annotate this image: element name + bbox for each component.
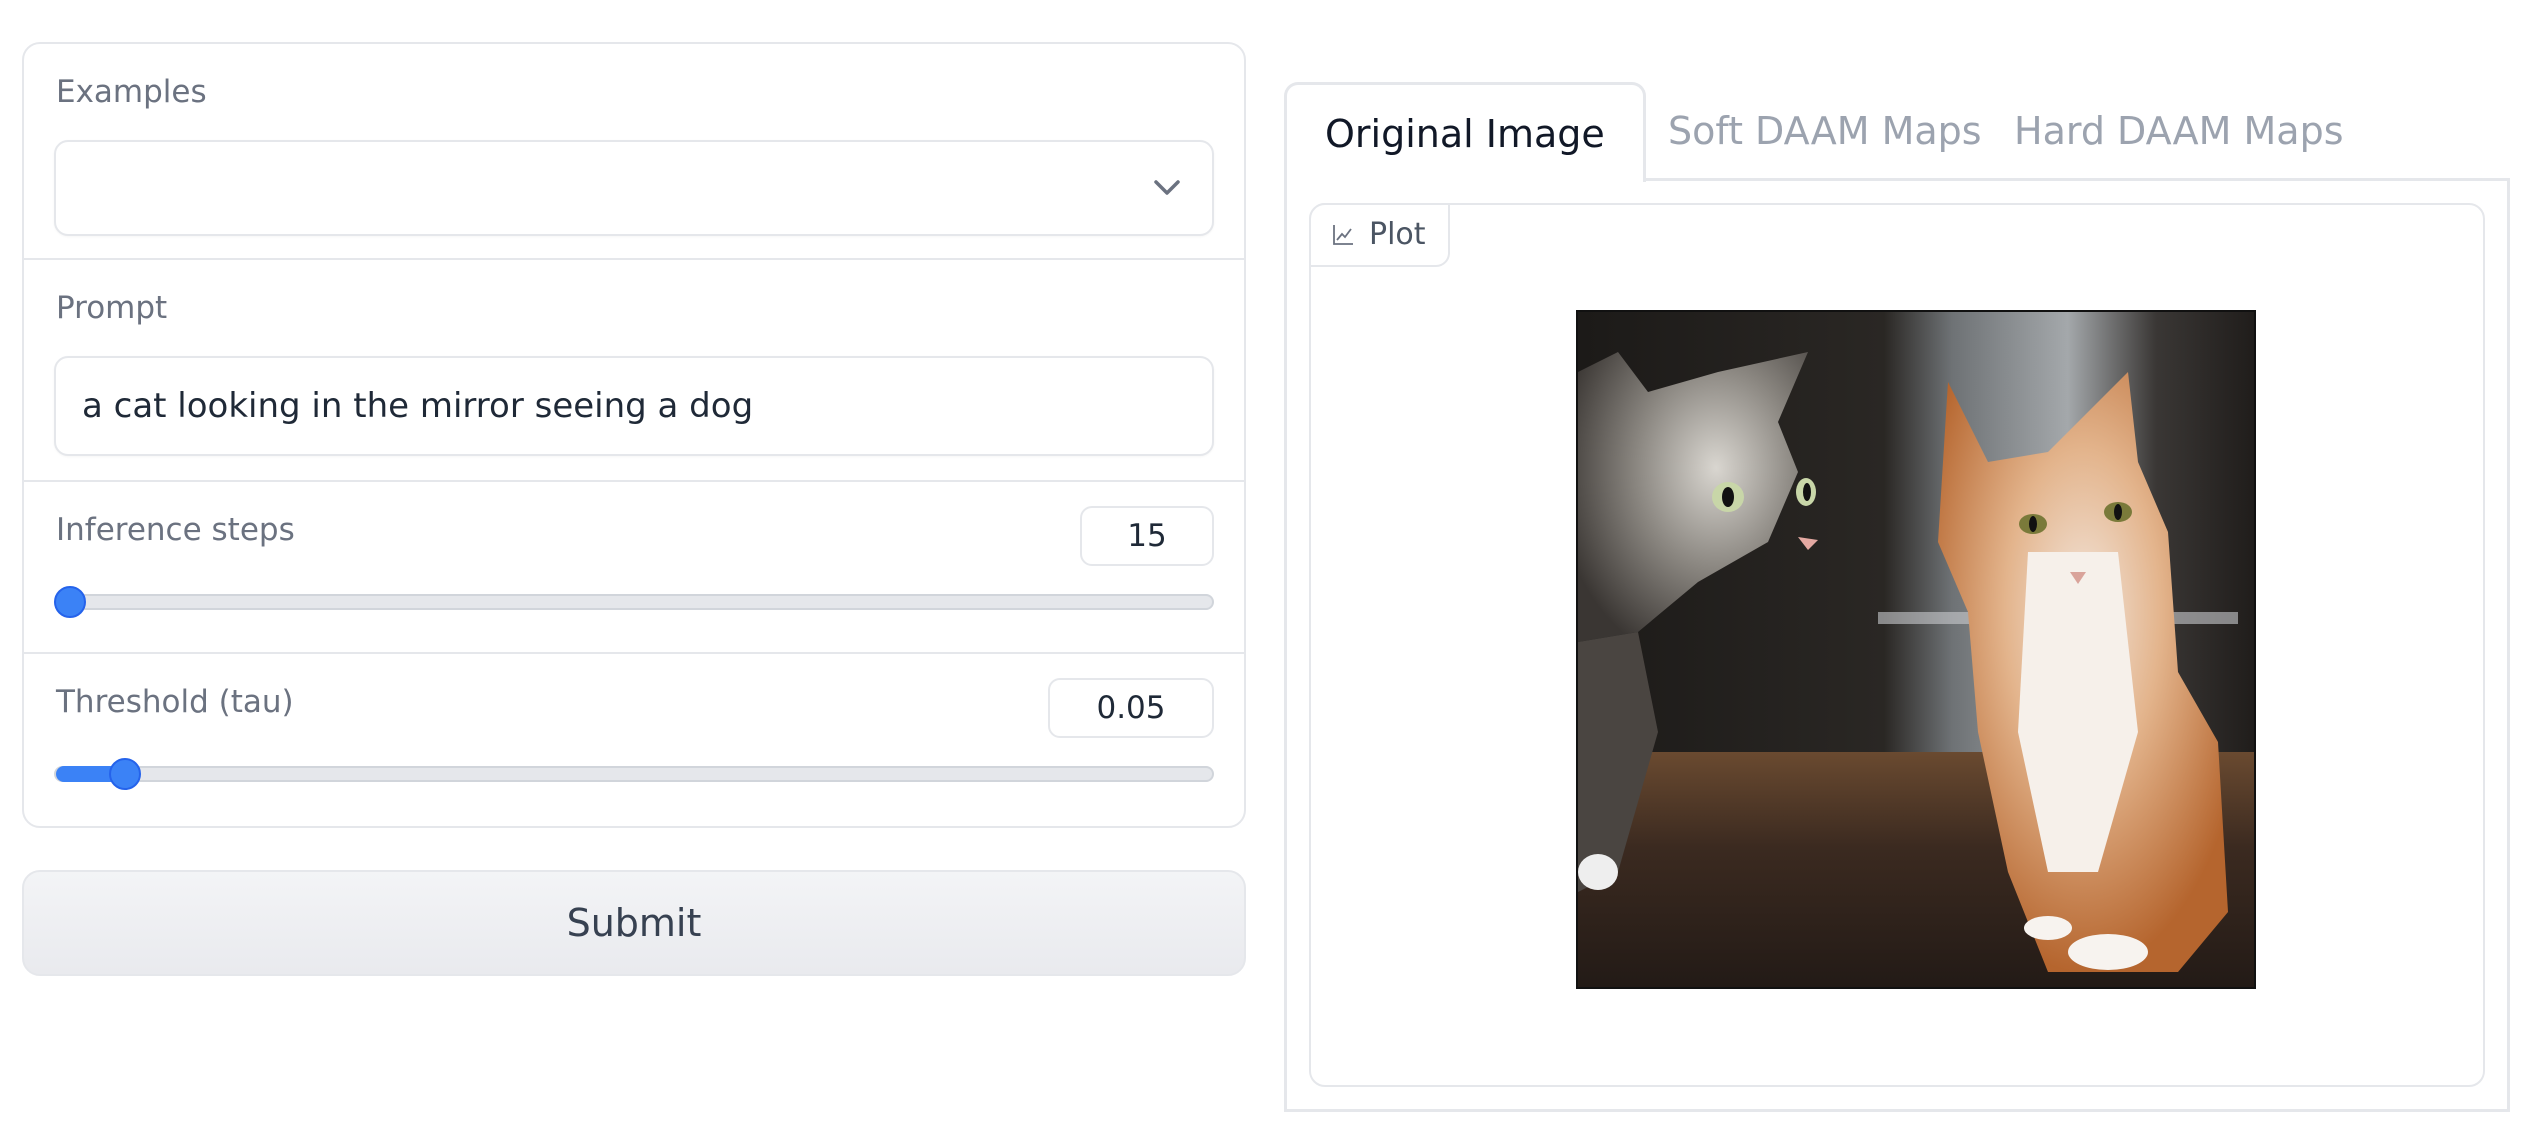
prompt-label: Prompt [56,290,168,326]
plot-block: Plot [1309,203,2485,1087]
tab-panel-original-image: Plot [1284,178,2510,1112]
inference-steps-slider[interactable] [54,586,1214,618]
prompt-input[interactable]: a cat looking in the mirror seeing a dog [54,356,1214,456]
inference-steps-number-input[interactable]: 15 [1080,506,1214,566]
cat-image-illustration [1578,312,2254,987]
generated-image [1576,310,2256,989]
tab-original-image[interactable]: Original Image [1284,82,1646,182]
output-tabs: Original Image Soft DAAM Maps Hard DAAM … [1284,82,2510,182]
examples-dropdown[interactable] [54,140,1214,236]
output-column: Original Image Soft DAAM Maps Hard DAAM … [1284,82,2510,1112]
inference-steps-block: Inference steps 15 [24,482,1244,654]
plot-label: Plot [1309,203,1450,267]
tab-soft-daam-maps[interactable]: Soft DAAM Maps [1630,82,2020,180]
threshold-block: Threshold (tau) 0.05 [24,654,1244,826]
slider-thumb[interactable] [109,758,142,790]
chevron-down-icon [1154,180,1180,195]
examples-block: Examples [24,44,1244,260]
threshold-label: Threshold (tau) [56,684,294,720]
examples-label: Examples [56,74,207,110]
tab-hard-daam-maps[interactable]: Hard DAAM Maps [1976,82,2382,180]
chart-icon [1333,225,1353,245]
submit-button[interactable]: Submit [22,870,1246,976]
threshold-slider[interactable] [54,758,1214,790]
input-column: Examples Prompt a cat looking in the mir… [22,42,1246,976]
threshold-number-input[interactable]: 0.05 [1048,678,1214,738]
inference-steps-label: Inference steps [56,512,295,548]
prompt-block: Prompt a cat looking in the mirror seein… [24,260,1244,482]
slider-thumb[interactable] [54,586,87,618]
form-panel: Examples Prompt a cat looking in the mir… [22,42,1246,828]
plot-label-text: Plot [1369,217,1426,252]
